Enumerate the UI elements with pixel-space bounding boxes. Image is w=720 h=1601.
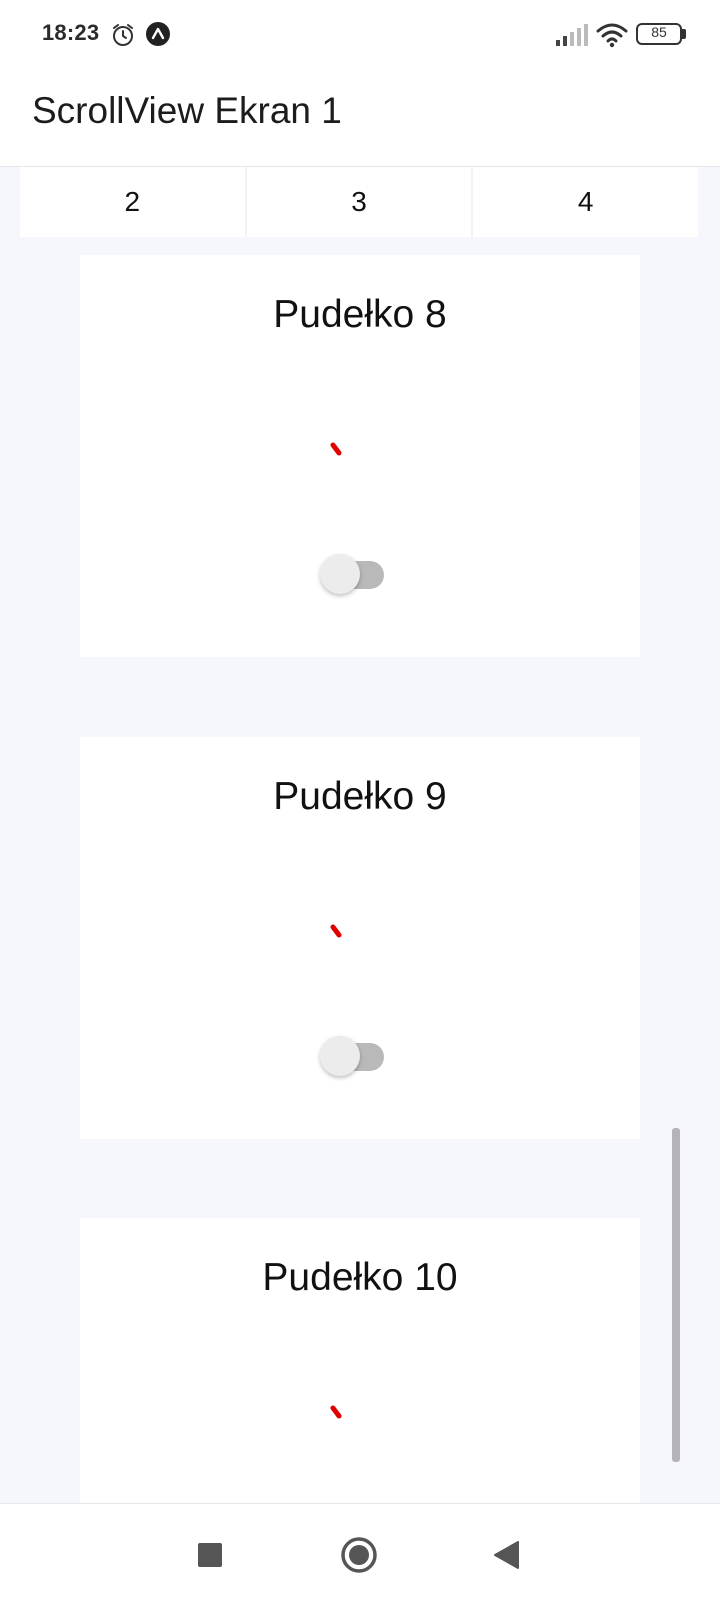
battery-level: 85 <box>651 24 667 40</box>
box-title: Pudełko 10 <box>262 1256 458 1299</box>
loading-spinner-icon <box>330 442 342 456</box>
scrollbar-thumb[interactable] <box>672 1128 680 1462</box>
toggle-thumb <box>320 554 360 594</box>
alarm-icon <box>113 24 133 46</box>
app-header: ScrollView Ekran 1 <box>0 68 720 167</box>
tab-2[interactable]: 2 <box>20 167 245 237</box>
home-icon[interactable] <box>334 1530 384 1580</box>
recent-apps-icon[interactable] <box>185 1530 235 1580</box>
box-card-10: Pudełko 10 <box>80 1218 640 1503</box>
box-card-9: Pudełko 9 <box>80 737 640 1139</box>
tab-3[interactable]: 3 <box>244 167 472 237</box>
box-title: Pudełko 8 <box>273 293 447 336</box>
box-toggle-switch[interactable] <box>320 553 388 597</box>
page-title: ScrollView Ekran 1 <box>32 90 342 131</box>
status-time: 18:23 <box>42 20 100 45</box>
tab-4[interactable]: 4 <box>471 167 698 237</box>
box-toggle-switch[interactable] <box>320 1035 388 1079</box>
box-title: Pudełko 9 <box>273 775 447 818</box>
loading-spinner-icon <box>330 1405 342 1419</box>
battery-icon: 85 <box>636 23 686 45</box>
box-card-8: Pudełko 8 <box>80 255 640 657</box>
system-navigation-bar <box>0 1503 720 1601</box>
back-icon[interactable] <box>482 1530 532 1580</box>
wifi-icon <box>596 23 628 48</box>
loading-spinner-icon <box>330 924 342 938</box>
app-notification-icon <box>146 22 170 46</box>
signal-icon <box>556 24 588 46</box>
tab-row: 2 3 4 <box>20 167 698 237</box>
status-bar: 18:23 85 <box>0 0 720 68</box>
toggle-thumb <box>320 1036 360 1076</box>
